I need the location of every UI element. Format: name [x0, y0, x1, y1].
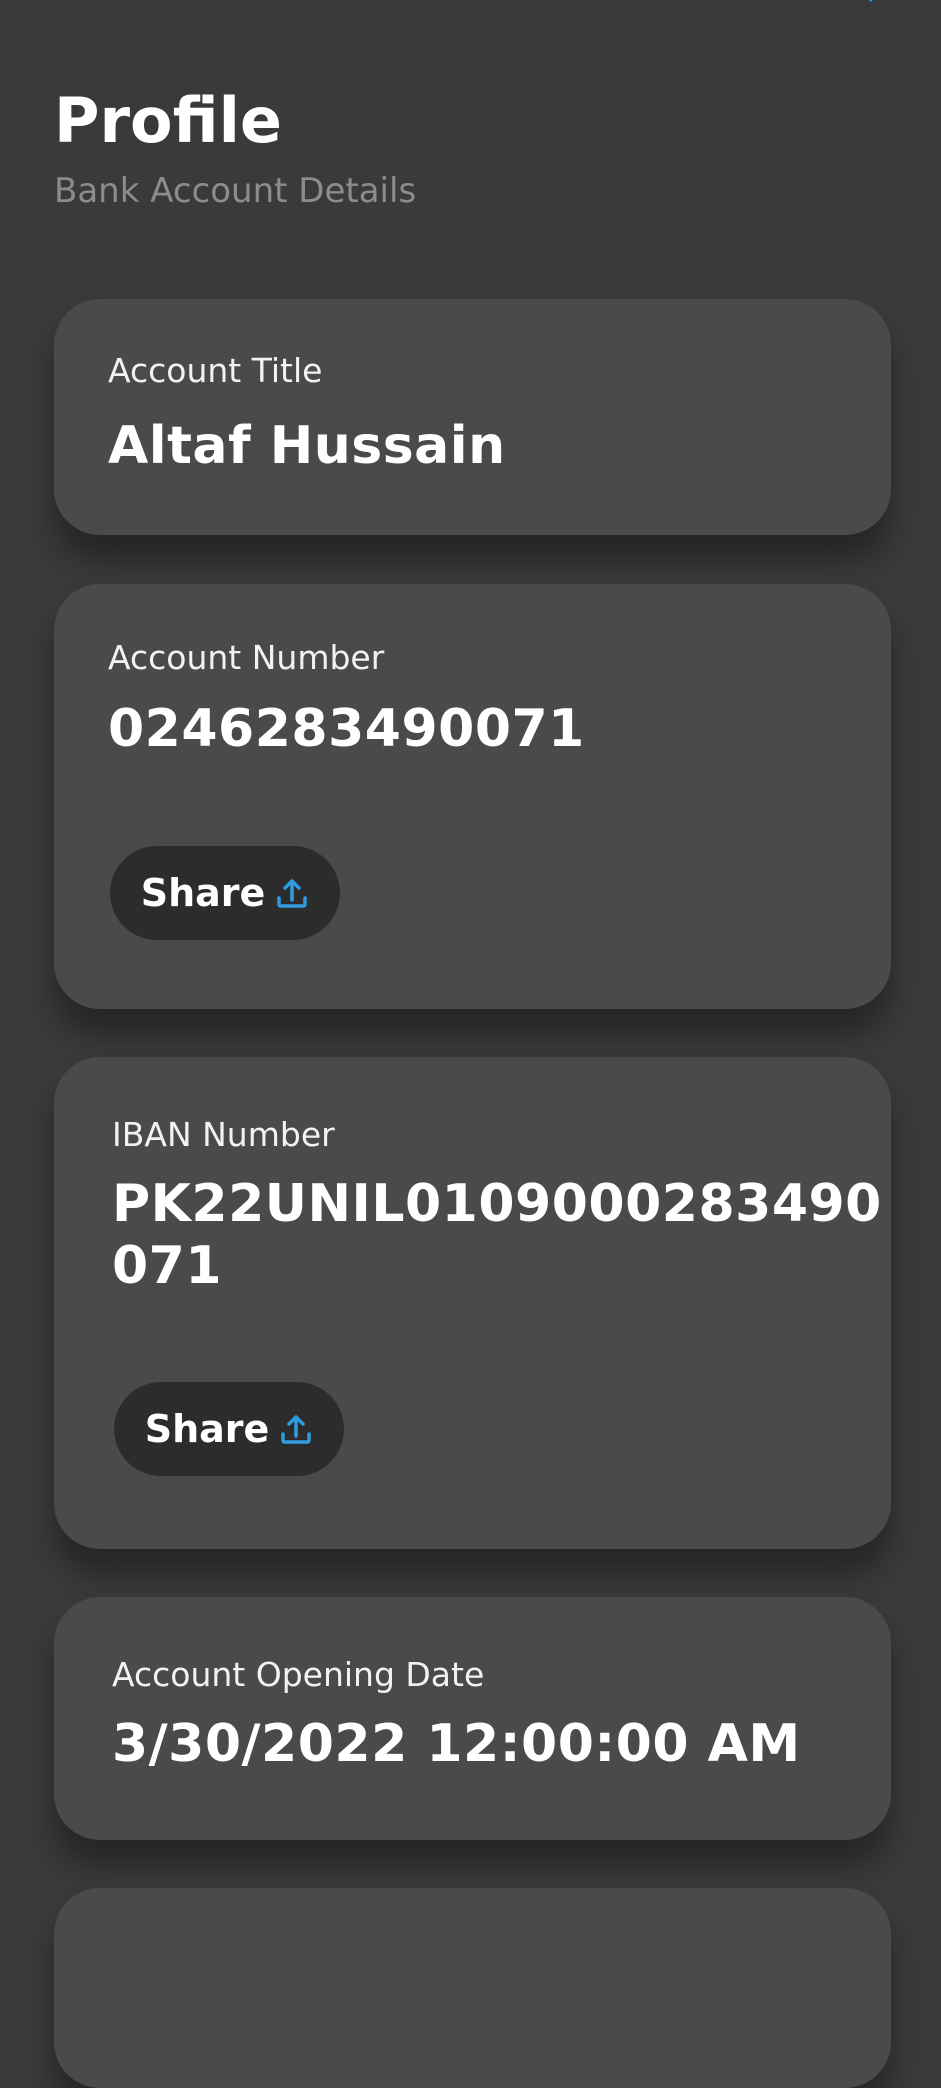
page-subtitle: Bank Account Details	[54, 171, 417, 211]
opening-date-label: Account Opening Date	[112, 1655, 485, 1694]
account-title-card: Account Title Altaf Hussain	[54, 299, 891, 535]
share-upload-icon	[275, 876, 309, 910]
share-button-label: Share	[144, 1407, 270, 1451]
iban-card: IBAN Number PK22UNIL0109000283490 071 Sh…	[54, 1057, 891, 1549]
opening-date-card: Account Opening Date 3/30/2022 12:00:00 …	[54, 1597, 891, 1840]
share-upload-icon	[279, 1412, 313, 1446]
page-title: Profile	[54, 84, 282, 157]
opening-date-value: 3/30/2022 12:00:00 AM	[112, 1714, 801, 1774]
iban-value-line1: PK22UNIL0109000283490	[112, 1174, 882, 1234]
account-title-label: Account Title	[108, 351, 323, 390]
iban-label: IBAN Number	[112, 1115, 335, 1154]
page-header: Profile Bank Account Details	[54, 84, 417, 212]
share-button-label: Share	[140, 871, 266, 915]
share-account-number-button[interactable]: Share	[110, 846, 340, 940]
share-iban-button[interactable]: Share	[114, 1382, 344, 1476]
account-title-value: Altaf Hussain	[108, 416, 506, 476]
next-card-partial	[54, 1888, 891, 2088]
back-chevron-icon[interactable]	[859, 0, 881, 12]
account-number-label: Account Number	[108, 638, 385, 677]
account-number-value: 0246283490071	[108, 699, 585, 759]
iban-value-line2: 071	[112, 1236, 223, 1296]
account-number-card: Account Number 0246283490071 Share	[54, 584, 891, 1009]
